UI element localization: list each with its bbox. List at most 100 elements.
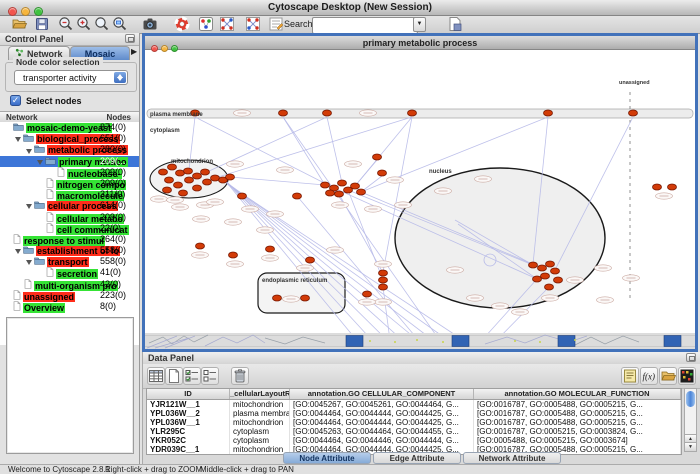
- nucleus-region[interactable]: [395, 168, 605, 308]
- network-node[interactable]: [301, 295, 310, 301]
- network-node[interactable]: [229, 252, 238, 258]
- help-icon-button[interactable]: [174, 16, 191, 32]
- float-panel-icon[interactable]: [125, 34, 135, 43]
- network-node[interactable]: [541, 273, 550, 279]
- tree-row-response-to-stimul[interactable]: response to stimul264(0): [0, 234, 139, 245]
- network-node[interactable]: [196, 243, 205, 249]
- scrollbar-thumb[interactable]: [686, 391, 695, 407]
- network-node[interactable]: [545, 284, 554, 290]
- matrix-icon-button[interactable]: [678, 367, 696, 385]
- table-row[interactable]: YPL036W__1mitochondrion[GO:0044464, GO:0…: [147, 418, 681, 427]
- table-row[interactable]: YKR052Ccytoplasm[GO:0044464, GO:0044446,…: [147, 436, 681, 445]
- network-node[interactable]: [653, 184, 662, 190]
- tree-row-transport[interactable]: transport558(0): [0, 256, 139, 267]
- network-node[interactable]: [379, 284, 388, 290]
- network-node[interactable]: [165, 177, 174, 183]
- network-node[interactable]: [629, 110, 638, 116]
- network-node[interactable]: [326, 190, 335, 196]
- network-node[interactable]: [238, 193, 247, 199]
- network-node[interactable]: [293, 193, 302, 199]
- tab-network-attribute-browser[interactable]: Network Attribute Browser: [463, 452, 561, 464]
- network-node[interactable]: [373, 154, 382, 160]
- network-node[interactable]: [174, 182, 183, 188]
- network-node[interactable]: [351, 183, 360, 189]
- tree-row-establishment-of-lo[interactable]: establishment of lo558(0): [0, 245, 139, 256]
- scroll-down-button[interactable]: ▼: [685, 442, 696, 451]
- network-node[interactable]: [338, 180, 347, 186]
- disclosure-triangle-icon[interactable]: [15, 249, 21, 254]
- open-icon-button[interactable]: [11, 16, 28, 32]
- network-node[interactable]: [321, 182, 330, 188]
- zoom-selected-icon-button[interactable]: [112, 16, 129, 32]
- table-row[interactable]: YPL036W__2plasma membrane[GO:0044464, GO…: [147, 409, 681, 418]
- tree-row-cellular-process[interactable]: cellular process614(0): [0, 200, 139, 211]
- network-node[interactable]: [273, 295, 282, 301]
- network-node[interactable]: [201, 169, 210, 175]
- network-view-window[interactable]: primary metabolic process plasma membran…: [142, 33, 698, 352]
- tree-row-biological-process[interactable]: biological_process651(0): [0, 133, 139, 144]
- tree-row-nitrogen-compo[interactable]: nitrogen compo209(0): [0, 178, 139, 189]
- network-node[interactable]: [544, 110, 553, 116]
- network-node[interactable]: [357, 189, 366, 195]
- tree-row-cellular-metabo[interactable]: cellular metabo209(0): [0, 212, 139, 223]
- zoom-out-icon-button[interactable]: [58, 16, 75, 32]
- search-input[interactable]: [312, 17, 418, 34]
- save-icon-button[interactable]: [34, 16, 51, 32]
- zoom-in-icon-button[interactable]: [76, 16, 93, 32]
- table-row[interactable]: YLR295Ccytoplasm[GO:0045263, GO:0044464,…: [147, 427, 681, 436]
- network-node[interactable]: [226, 174, 235, 180]
- disclosure-triangle-icon[interactable]: [26, 260, 32, 265]
- network-node[interactable]: [546, 261, 555, 267]
- import-table-icon-button[interactable]: [659, 367, 677, 385]
- network-node[interactable]: [529, 262, 538, 268]
- vizmapper-icon-button[interactable]: [198, 16, 215, 32]
- float-data-panel-icon[interactable]: [686, 353, 696, 362]
- tree-row-nucleobase-[interactable]: nucleobase-209(0): [0, 167, 139, 178]
- network-node[interactable]: [551, 268, 560, 274]
- network-node[interactable]: [185, 177, 194, 183]
- tab-overflow-arrow[interactable]: ▶: [131, 47, 137, 56]
- strip-selected-block[interactable]: [664, 336, 681, 347]
- network-node[interactable]: [306, 257, 315, 263]
- birds-eye-view[interactable]: [6, 317, 134, 454]
- network-node[interactable]: [266, 246, 275, 252]
- network-node[interactable]: [203, 179, 212, 185]
- delete-attribute-icon-button[interactable]: [231, 367, 249, 385]
- plasma-membrane-region[interactable]: [147, 109, 693, 118]
- network-node[interactable]: [335, 191, 344, 197]
- select-columns-icon-button[interactable]: [183, 367, 201, 385]
- network-node[interactable]: [323, 110, 332, 116]
- network-node[interactable]: [533, 276, 542, 282]
- formula-icon-button[interactable]: f(x): [640, 367, 658, 385]
- column-header[interactable]: _cellularLayoutRegion: [230, 389, 290, 399]
- tree-row-multi-organism-pro[interactable]: multi-organism pro42(0): [0, 279, 139, 290]
- tree-row-cell-communicat[interactable]: cell communicat22(0): [0, 223, 139, 234]
- network-node[interactable]: [179, 190, 188, 196]
- window-titlebar[interactable]: Cytoscape Desktop (New Session): [0, 0, 700, 16]
- tree-row-primary-metabo[interactable]: primary metabo209(...: [0, 156, 139, 167]
- network-node[interactable]: [408, 110, 417, 116]
- strip-selected-block[interactable]: [558, 336, 575, 347]
- strip-selected-block[interactable]: [452, 336, 469, 347]
- disclosure-triangle-icon[interactable]: [37, 160, 43, 165]
- network-node[interactable]: [163, 187, 172, 193]
- network-layout-alt-icon-button[interactable]: [245, 16, 262, 32]
- network-node[interactable]: [379, 277, 388, 283]
- snapshot-icon-button[interactable]: [142, 16, 159, 32]
- network-view-titlebar[interactable]: primary metabolic process: [145, 36, 695, 50]
- disclosure-triangle-icon[interactable]: [15, 137, 21, 142]
- column-header[interactable]: annotation.GO MOLECULAR_FUNCTION: [474, 389, 681, 399]
- network-node[interactable]: [279, 110, 288, 116]
- column-header[interactable]: annotation.GO CELLULAR_COMPONENT: [290, 389, 474, 399]
- new-attribute-icon-button[interactable]: [165, 367, 183, 385]
- network-node[interactable]: [193, 173, 202, 179]
- annotation-icon-button[interactable]: [268, 16, 285, 32]
- network-node[interactable]: [193, 185, 202, 191]
- network-node[interactable]: [378, 170, 387, 176]
- select-nodes-checkbox[interactable]: ✓: [10, 95, 21, 106]
- tree-row-unassigned[interactable]: unassigned223(0): [0, 290, 139, 301]
- session-icon-button[interactable]: [447, 16, 464, 32]
- strip-selected-block[interactable]: [346, 336, 363, 347]
- column-header[interactable]: ID: [147, 389, 230, 399]
- network-canvas[interactable]: plasma membranecytoplasmmitochondrionnuc…: [145, 50, 695, 349]
